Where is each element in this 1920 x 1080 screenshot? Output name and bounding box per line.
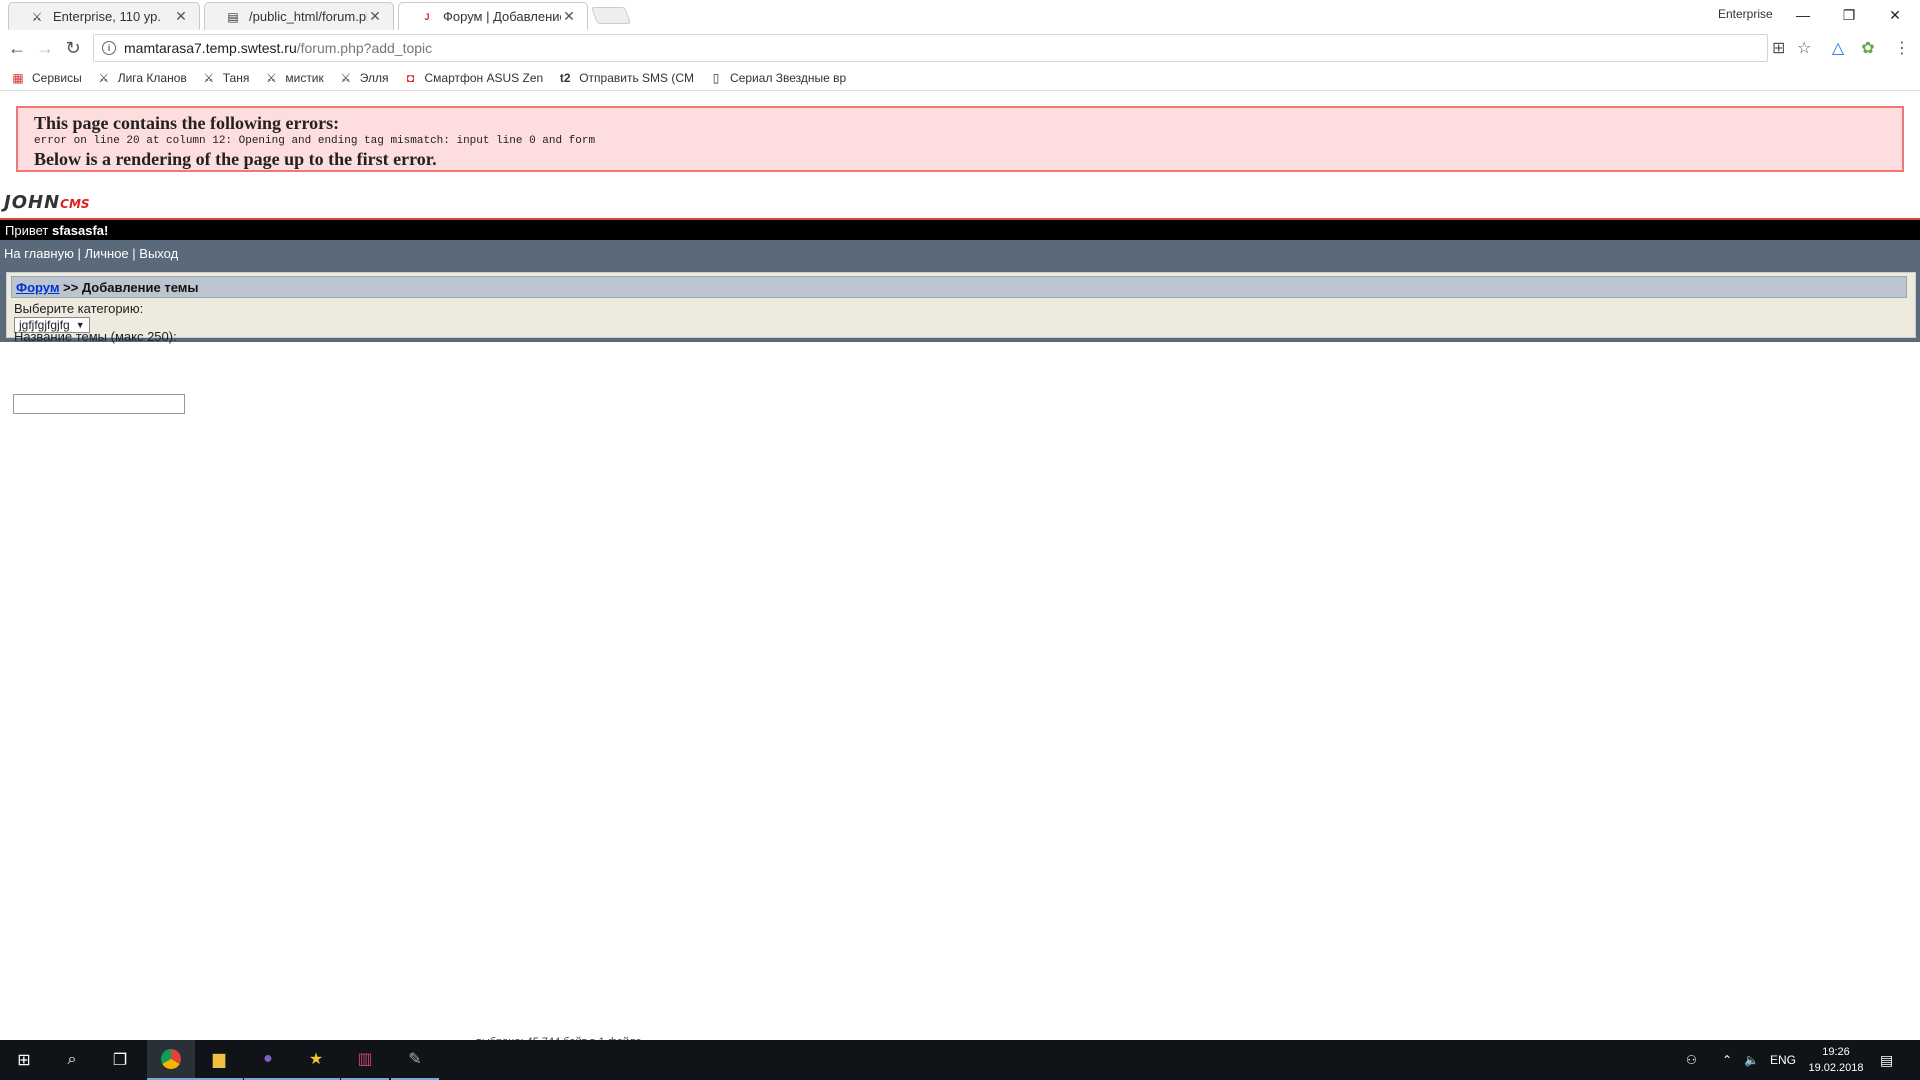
bookmark-sms[interactable]: t2 Отправить SMS (CM xyxy=(557,70,694,86)
search-icon[interactable]: ⌕ xyxy=(48,1040,96,1080)
nav-personal-link[interactable]: Личное xyxy=(84,246,128,261)
apps-grid-icon: ▦ xyxy=(12,71,24,85)
close-icon[interactable]: ✕ xyxy=(173,8,189,25)
tab-strip: ⚔ Enterprise, 110 ур. ✕ ▤ /public_html/f… xyxy=(0,0,1920,30)
bookmark-label: Лига Кланов xyxy=(117,71,187,85)
bookmark-label: Сериал Звездные вр xyxy=(730,71,847,85)
star-icon[interactable]: ☆ xyxy=(1797,38,1811,58)
bookmark-asus[interactable]: ◘ Смартфон ASUS Zen xyxy=(403,70,544,86)
bookmark-label: Отправить SMS (CM xyxy=(579,71,695,85)
clock-date: 19.02.2018 xyxy=(1808,1062,1864,1074)
xml-error-box: This page contains the following errors:… xyxy=(16,106,1904,172)
notifications-icon[interactable]: ▤ xyxy=(1880,1040,1893,1080)
greeting-bar: Привет sfasasfa! xyxy=(0,218,1920,240)
new-tab-button[interactable] xyxy=(590,7,632,24)
browser-toolbar: ← → ↻ i mamtarasa7.temp.swtest.ru/forum.… xyxy=(0,30,1920,66)
viber-icon[interactable]: ● xyxy=(244,1040,292,1080)
nav-bar: На главную | Личное | Выход Форум >> Доб… xyxy=(0,240,1920,344)
bookmark-mistik[interactable]: ⚔ мистик xyxy=(263,70,324,86)
swords-icon: ⚔ xyxy=(265,71,277,85)
forward-icon[interactable]: → xyxy=(33,36,57,60)
logo-main: JOHN xyxy=(4,192,61,213)
greeting-prefix: Привет xyxy=(5,223,52,238)
clock[interactable]: 19:26 19.02.2018 xyxy=(1806,1044,1866,1076)
t2-icon: t2 xyxy=(559,71,571,85)
bookmark-label: мистик xyxy=(285,71,324,85)
error-message: error on line 20 at column 12: Opening a… xyxy=(34,135,596,147)
winrar-icon[interactable]: ▥ xyxy=(341,1040,389,1080)
volume-icon[interactable]: 🔈 xyxy=(1744,1040,1759,1080)
nav-separator: | xyxy=(73,246,85,261)
url-host: mamtarasa7.temp.swtest.ru xyxy=(124,40,297,56)
extension-cloud-icon[interactable]: △ xyxy=(1828,38,1848,58)
close-window-icon[interactable]: ✕ xyxy=(1872,0,1918,30)
tab-title: /public_html/forum.php xyxy=(249,9,367,24)
close-icon[interactable]: ✕ xyxy=(561,8,577,25)
swords-icon: ⚔ xyxy=(98,71,110,85)
task-view-icon[interactable]: ❐ xyxy=(96,1040,144,1080)
tab-enterprise[interactable]: ⚔ Enterprise, 110 ур. ✕ xyxy=(8,2,200,30)
bookmark-label: Элля xyxy=(359,71,389,85)
error-heading: This page contains the following errors: xyxy=(34,113,340,133)
bookmark-label: Смартфон ASUS Zen xyxy=(424,71,544,85)
add-topic-panel: Форум >> Добавление темы Выберите катего… xyxy=(6,272,1916,344)
greeting-user: sfasasfa! xyxy=(51,223,109,238)
nav-separator: | xyxy=(128,246,140,261)
page-icon: ▯ xyxy=(712,71,720,85)
language-indicator[interactable]: ENG xyxy=(1770,1040,1796,1080)
chevron-up-icon[interactable]: ⌃ xyxy=(1722,1040,1732,1080)
star-app-icon[interactable]: ★ xyxy=(292,1040,340,1080)
nav-logout-link[interactable]: Выход xyxy=(139,246,178,261)
topic-title-input[interactable] xyxy=(13,394,185,414)
bookmark-label: Таня xyxy=(222,71,250,85)
johncms-logo[interactable]: JOHN CMS xyxy=(4,192,90,213)
minimize-icon[interactable]: — xyxy=(1780,0,1826,30)
extension-leaf-icon[interactable]: ✿ xyxy=(1858,38,1878,58)
windows-start-icon[interactable]: ⊞ xyxy=(0,1040,48,1080)
server-icon: ▤ xyxy=(227,9,239,24)
logo-suffix: CMS xyxy=(60,197,90,211)
tab-title: Enterprise, 110 ур. xyxy=(53,9,162,24)
breadcrumb-current: >> Добавление темы xyxy=(59,280,199,295)
johncms-icon: J xyxy=(424,11,430,22)
tab-forum-php[interactable]: ▤ /public_html/forum.php ✕ xyxy=(204,2,394,30)
swords-icon: ⚔ xyxy=(340,71,352,85)
close-icon[interactable]: ✕ xyxy=(367,8,383,25)
profile-name[interactable]: Enterprise xyxy=(1718,7,1773,21)
swords-icon: ⚔ xyxy=(203,71,215,85)
paint-icon[interactable]: ✎ xyxy=(391,1040,439,1080)
back-icon[interactable]: ← xyxy=(5,36,29,60)
url-path: /forum.php?add_topic xyxy=(296,40,433,56)
shop-icon: ◘ xyxy=(406,71,415,85)
taskbar: ⊞ ⌕ ❐ ▆ ● ★ ▥ ✎ ⚇ ⌃ 🔈 ENG 19:26 19.02.20… xyxy=(0,1040,1920,1080)
chrome-icon[interactable] xyxy=(147,1040,195,1080)
bookmark-serial[interactable]: ▯ Сериал Звездные вр xyxy=(708,70,847,86)
tab-title: Форум | Добавление те xyxy=(443,9,561,24)
menu-icon[interactable]: ⋮ xyxy=(1892,38,1912,58)
tab-forum-add-topic[interactable]: J Форум | Добавление те ✕ xyxy=(398,2,588,30)
bookmark-clan-league[interactable]: ⚔ Лига Кланов xyxy=(96,70,187,86)
clock-time: 19:26 xyxy=(1822,1046,1850,1058)
bookmarks-bar: ▦ Сервисы ⚔ Лига Кланов ⚔ Таня ⚔ мистик ⚔ Элл… xyxy=(0,66,1920,91)
breadcrumb-forum-link[interactable]: Форум xyxy=(16,280,59,295)
address-bar[interactable]: i mamtarasa7.temp.swtest.ru/forum.php?ad… xyxy=(93,34,1768,62)
bookmark-ellya[interactable]: ⚔ Элля xyxy=(338,70,389,86)
category-label: Выберите категорию: xyxy=(14,301,144,316)
people-icon[interactable]: ⚇ xyxy=(1686,1040,1697,1080)
nav-links: На главную | Личное | Выход xyxy=(4,246,178,261)
bookmark-tanya[interactable]: ⚔ Таня xyxy=(201,70,250,86)
page-content: This page contains the following errors:… xyxy=(0,92,1920,1038)
bookmark-services[interactable]: ▦ Сервисы xyxy=(10,70,82,86)
swords-icon: ⚔ xyxy=(31,9,43,24)
reload-icon[interactable]: ↻ xyxy=(61,36,85,60)
bookmark-label: Сервисы xyxy=(32,71,82,85)
title-label: Название темы (макс 250): xyxy=(14,329,177,344)
info-icon[interactable]: i xyxy=(102,41,116,55)
restore-icon[interactable]: ❐ xyxy=(1826,0,1872,30)
nav-home-link[interactable]: На главную xyxy=(4,246,74,261)
file-explorer-icon[interactable]: ▆ xyxy=(195,1040,243,1080)
error-footer: Below is a rendering of the page up to t… xyxy=(34,149,437,169)
translate-icon[interactable]: ⊞ xyxy=(1772,38,1785,58)
breadcrumb: Форум >> Добавление темы xyxy=(11,276,1907,298)
